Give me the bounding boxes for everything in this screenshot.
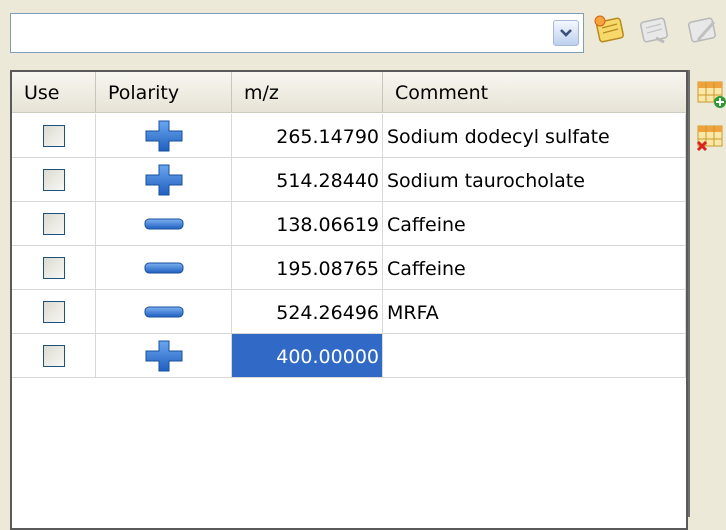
plus-icon xyxy=(144,119,184,153)
table-row[interactable]: 195.08765 Caffeine xyxy=(12,246,686,290)
mz-cell[interactable]: 195.08765 xyxy=(232,246,383,290)
table-row[interactable]: 524.26496 MRFA xyxy=(12,290,686,334)
column-header-polarity[interactable]: Polarity xyxy=(96,72,232,112)
table-row[interactable]: 514.28440 Sodium taurocholate xyxy=(12,158,686,202)
comment-cell[interactable]: Sodium dodecyl sulfate xyxy=(383,114,686,158)
column-header-comment[interactable]: Comment xyxy=(383,72,686,112)
grid-side-divider xyxy=(688,70,690,517)
combo-dropdown-button[interactable] xyxy=(553,20,579,46)
polarity-cell[interactable] xyxy=(96,158,232,202)
polarity-cell[interactable] xyxy=(96,202,232,246)
minus-icon xyxy=(144,217,184,231)
table-row[interactable]: 265.14790 Sodium dodecyl sulfate xyxy=(12,114,686,158)
polarity-cell[interactable] xyxy=(96,246,232,290)
note-disabled-icon[interactable] xyxy=(636,12,672,48)
grid-header: Use Polarity m/z Comment xyxy=(12,72,686,113)
use-cell xyxy=(12,246,96,290)
comment-cell[interactable]: Sodium taurocholate xyxy=(383,158,686,202)
mz-cell[interactable]: 524.26496 xyxy=(232,290,383,334)
mz-cell[interactable]: 400.00000 xyxy=(232,334,383,378)
use-checkbox[interactable] xyxy=(42,124,65,147)
use-checkbox[interactable] xyxy=(42,168,65,191)
mz-cell[interactable]: 514.28440 xyxy=(232,158,383,202)
plus-icon xyxy=(144,163,184,197)
mz-cell[interactable]: 138.06619 xyxy=(232,202,383,246)
column-header-use[interactable]: Use xyxy=(12,72,96,112)
column-header-mz[interactable]: m/z xyxy=(232,72,383,112)
comment-cell[interactable]: Caffeine xyxy=(383,202,686,246)
minus-icon xyxy=(144,305,184,319)
use-cell xyxy=(12,114,96,158)
use-checkbox[interactable] xyxy=(42,300,65,323)
use-cell xyxy=(12,202,96,246)
use-cell xyxy=(12,158,96,202)
note-star-icon[interactable] xyxy=(592,12,628,48)
polarity-cell[interactable] xyxy=(96,334,232,378)
use-cell xyxy=(12,334,96,378)
polarity-cell[interactable] xyxy=(96,290,232,334)
grid-add-icon[interactable] xyxy=(696,78,726,110)
grid-delete-icon[interactable] xyxy=(696,122,726,154)
use-checkbox[interactable] xyxy=(42,256,65,279)
use-checkbox[interactable] xyxy=(42,212,65,235)
polarity-cell[interactable] xyxy=(96,114,232,158)
edit-disabled-icon[interactable] xyxy=(684,12,720,48)
comment-cell[interactable]: MRFA xyxy=(383,290,686,334)
table-row[interactable]: 400.00000 xyxy=(12,334,686,378)
lock-mass-combo[interactable] xyxy=(10,13,584,53)
use-checkbox[interactable] xyxy=(42,344,65,367)
chevron-down-icon xyxy=(560,29,572,37)
use-cell xyxy=(12,290,96,334)
table-row[interactable]: 138.06619 Caffeine xyxy=(12,202,686,246)
plus-icon xyxy=(144,339,184,373)
minus-icon xyxy=(144,261,184,275)
mz-cell[interactable]: 265.14790 xyxy=(232,114,383,158)
lock-mass-grid[interactable]: Use Polarity m/z Comment 265.14790 Sodium… xyxy=(10,70,688,530)
comment-cell[interactable] xyxy=(383,334,686,378)
comment-cell[interactable]: Caffeine xyxy=(383,246,686,290)
